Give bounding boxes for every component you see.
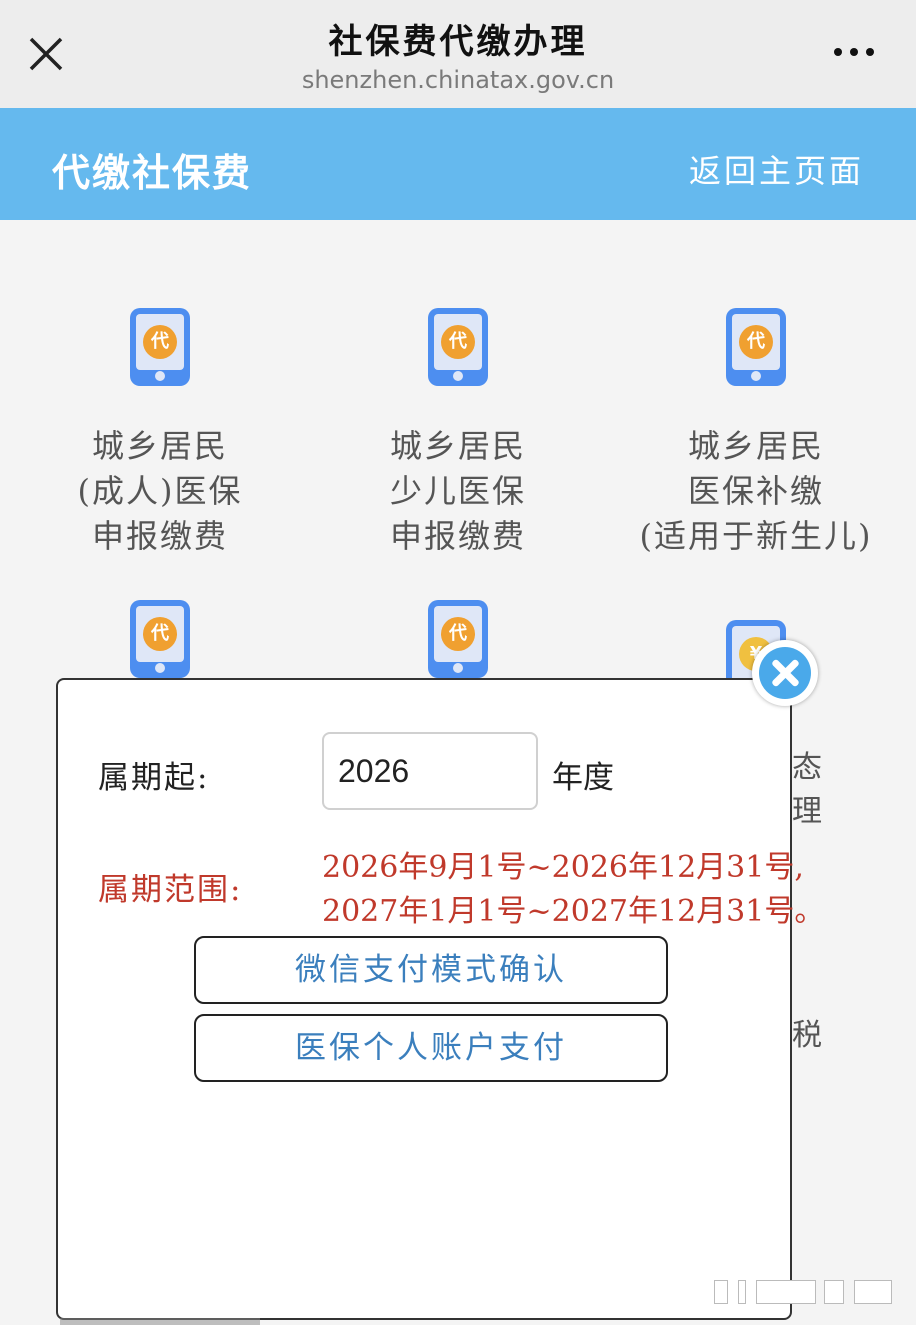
service-adult-medical[interactable]: 代 城乡居民 (成人)医保 申报缴费	[10, 308, 310, 559]
service-label: 城乡居民 (成人)医保 申报缴费	[77, 427, 243, 555]
browser-top-bar: 社保费代缴办理 shenzhen.chinatax.gov.cn	[0, 0, 916, 108]
service-item-4[interactable]: 代	[10, 600, 310, 678]
period-start-label: 属期起:	[98, 760, 210, 796]
header-title: 代缴社保费	[52, 150, 253, 195]
phone-icon: 代	[428, 308, 488, 386]
scroll-indicator	[714, 1280, 894, 1306]
period-range-line: 2026年9月1号~2026年12月31号,	[322, 850, 804, 885]
phone-icon: 代	[726, 308, 786, 386]
phone-icon: 代	[130, 600, 190, 678]
badge-icon: 代	[143, 325, 177, 359]
peek-text: 态	[792, 750, 822, 785]
period-range-line: 2027年1月1号~2027年12月31号。	[322, 894, 825, 929]
year-unit-label: 年度	[552, 760, 614, 796]
app-header: 代缴社保费 返回主页面	[0, 108, 916, 220]
badge-icon: 代	[441, 617, 475, 651]
service-label: 城乡居民 少儿医保 申报缴费	[389, 427, 526, 555]
badge-icon: 代	[441, 325, 475, 359]
payment-period-dialog: 属期起: 年度 属期范围: 2026年9月1号~2026年12月31号, 202…	[56, 678, 824, 1320]
phone-icon: 代	[130, 308, 190, 386]
peek-text: 税	[792, 1018, 822, 1053]
period-range-label: 属期范围:	[98, 872, 243, 908]
hidden-footer-text	[60, 1318, 260, 1325]
service-item-5[interactable]: 代	[308, 600, 608, 678]
peek-text: 理	[792, 794, 822, 829]
wechat-pay-confirm-button[interactable]: 微信支付模式确认	[194, 936, 668, 1004]
service-newborn-supplement[interactable]: 代 城乡居民 医保补缴 (适用于新生儿)	[606, 308, 906, 559]
close-circle-icon[interactable]	[752, 640, 818, 706]
page-title: 社保费代缴办理	[328, 22, 588, 62]
badge-icon: 代	[143, 617, 177, 651]
back-to-home-link[interactable]: 返回主页面	[689, 146, 864, 192]
more-icon[interactable]	[832, 36, 876, 66]
phone-icon: 代	[428, 600, 488, 678]
medical-account-pay-button[interactable]: 医保个人账户支付	[194, 1014, 668, 1082]
service-label: 城乡居民 医保补缴 (适用于新生儿)	[639, 427, 873, 555]
badge-icon: 代	[739, 325, 773, 359]
page-url: shenzhen.chinatax.gov.cn	[301, 66, 615, 94]
service-child-medical[interactable]: 代 城乡居民 少儿医保 申报缴费	[308, 308, 608, 559]
period-year-input[interactable]	[322, 732, 538, 810]
